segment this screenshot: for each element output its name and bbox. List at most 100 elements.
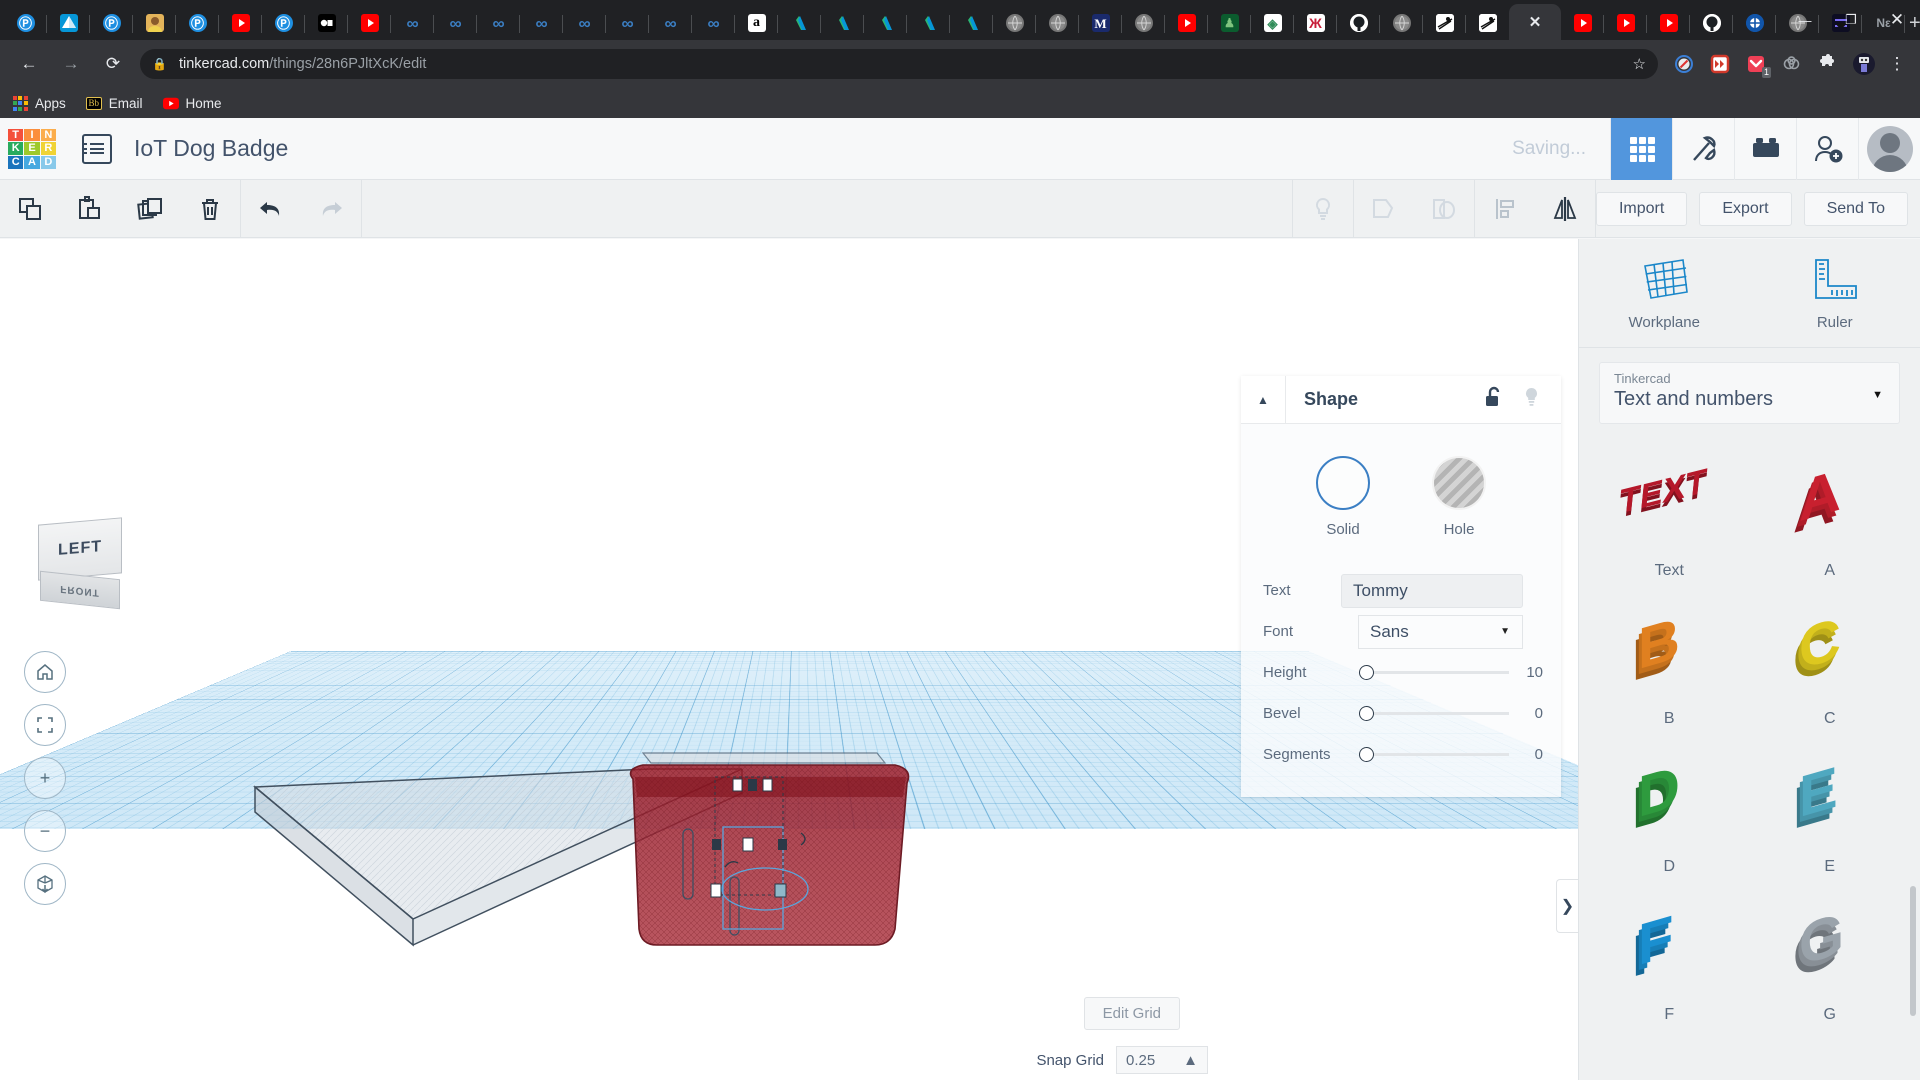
page-title[interactable]: IoT Dog Badge [134,135,288,162]
user-avatar-button[interactable] [1858,118,1920,180]
media-tab[interactable] [305,6,348,40]
delete-button[interactable] [180,180,240,238]
lightbulb-icon[interactable] [1522,386,1541,413]
sketch-tab-1[interactable] [1423,6,1466,40]
shape-item-f[interactable]: FFFF [1589,890,1750,1030]
autodesk-tab-4[interactable] [907,6,950,40]
autodesk-tab-5[interactable] [950,6,993,40]
github-tab[interactable] [1337,6,1380,40]
slider-track[interactable] [1374,753,1509,756]
mirror-button[interactable] [1535,180,1595,238]
slider-segments[interactable] [1359,747,1509,762]
view-cube[interactable]: LEFT FRONT [38,517,122,610]
panel-collapse-handle[interactable]: ❯ [1556,879,1578,933]
globe-tab-2[interactable] [1036,6,1079,40]
white-diamond-tab[interactable]: ◈ [1251,6,1294,40]
slider-track[interactable] [1374,712,1509,715]
edit-grid-button[interactable]: Edit Grid [1083,997,1180,1030]
shape-library-select[interactable]: Tinkercad Text and numbers ▼ [1599,362,1900,424]
blocks-button[interactable] [1734,118,1796,180]
ruler-tool[interactable]: Ruler [1750,239,1920,347]
youtube-tab[interactable] [219,6,262,40]
youtube-tab-6[interactable] [1647,6,1690,40]
red-badge-object[interactable] [595,749,995,964]
globe-tab-1[interactable] [993,6,1036,40]
tinkercad-tab-3[interactable]: Ⓟ [176,6,219,40]
fit-view-button[interactable] [24,704,66,746]
sketch-tab-2[interactable] [1466,6,1509,40]
hole-mode-option[interactable]: Hole [1432,456,1486,538]
active-tab[interactable]: ✕ [1509,4,1561,40]
duplicate-button[interactable] [120,180,180,238]
forward-icon[interactable]: → [55,48,87,80]
slider-knob[interactable] [1359,747,1374,762]
slider-track[interactable] [1374,671,1509,674]
minimize-button[interactable]: — [1782,0,1828,40]
codeblocks-button[interactable] [1672,118,1734,180]
infinity-tab-6[interactable]: ∞ [606,6,649,40]
rings-icon[interactable] [1777,49,1807,79]
solid-mode-option[interactable]: Solid [1316,456,1370,538]
infinity-tab-4[interactable]: ∞ [520,6,563,40]
align-button[interactable] [1475,180,1535,238]
shape-item-g[interactable]: GGGG [1750,890,1911,1030]
slider-height[interactable] [1359,665,1509,680]
m-tab[interactable]: M [1079,6,1122,40]
autodesk-tab-2[interactable] [821,6,864,40]
font-select[interactable]: Sans ▼ [1358,614,1523,649]
blue-badge-tab[interactable] [1733,6,1776,40]
snap-grid-select[interactable]: 0.25 ▲ [1116,1046,1208,1074]
workplane-tool[interactable]: Workplane [1579,239,1750,347]
zoom-in-button[interactable]: + [24,757,66,799]
view-cube-front-face[interactable]: FRONT [40,570,120,610]
tinkercad-tab[interactable]: Ⓟ [4,6,47,40]
invite-button[interactable] [1796,118,1858,180]
send-to-button[interactable]: Send To [1803,192,1908,226]
slider-bevel[interactable] [1359,706,1509,721]
slider-knob[interactable] [1359,665,1374,680]
slider-knob[interactable] [1359,706,1374,721]
tinkercad-tab-4[interactable]: Ⓟ [262,6,305,40]
copy-button[interactable] [0,180,60,238]
home-view-button[interactable] [24,651,66,693]
bookmark-home[interactable]: Home [162,95,222,111]
profile-icon[interactable] [1849,49,1879,79]
autodesk-tab[interactable] [47,6,90,40]
bookmark-star-icon[interactable]: ☆ [1633,55,1646,73]
infinity-tab-7[interactable]: ∞ [649,6,692,40]
tinkercad-tab-2[interactable]: Ⓟ [90,6,133,40]
youtube-tab-3[interactable] [1165,6,1208,40]
autodesk-tab-3[interactable] [864,6,907,40]
ortho-toggle-button[interactable] [24,863,66,905]
shape-item-text[interactable]: TEXT TEXT Text [1589,446,1750,586]
shape-item-a[interactable]: AAAA [1750,446,1911,586]
undo-button[interactable] [241,180,301,238]
puzzle-icon[interactable] [1813,49,1843,79]
import-button[interactable]: Import [1595,192,1688,226]
pocket-icon[interactable]: 1 [1741,49,1771,79]
globe-tab-3[interactable] [1122,6,1165,40]
youtube-tab-5[interactable] [1604,6,1647,40]
paste-button[interactable] [60,180,120,238]
infinity-tab-3[interactable]: ∞ [477,6,520,40]
address-bar[interactable]: 🔒 tinkercad.com/things/28n6PJltXcK/edit … [140,49,1658,79]
infinity-tab-5[interactable]: ∞ [563,6,606,40]
amazon-tab[interactable]: a [735,6,778,40]
youtube-tab-4[interactable] [1561,6,1604,40]
red-logo-tab[interactable]: Ж [1294,6,1337,40]
github-tab-2[interactable] [1690,6,1733,40]
tinkercad-logo[interactable]: TIN KER CAD [8,128,56,169]
shape-item-b[interactable]: BBBB [1589,594,1750,734]
bookmark-apps[interactable]: Apps [12,95,66,111]
person-tab[interactable] [133,6,176,40]
autodesk-tab-1[interactable] [778,6,821,40]
infinity-tab-1[interactable]: ∞ [391,6,434,40]
zoom-out-button[interactable]: − [24,810,66,852]
design-list-icon[interactable] [82,133,112,164]
shape-item-d[interactable]: DDDD [1589,742,1750,882]
infinity-tab-2[interactable]: ∞ [434,6,477,40]
browser-menu-icon[interactable]: ⋮ [1882,54,1912,74]
back-icon[interactable]: ← [13,48,45,80]
shape-item-e[interactable]: EEEE [1750,742,1911,882]
bookmark-email[interactable]: Bb Email [85,95,143,111]
